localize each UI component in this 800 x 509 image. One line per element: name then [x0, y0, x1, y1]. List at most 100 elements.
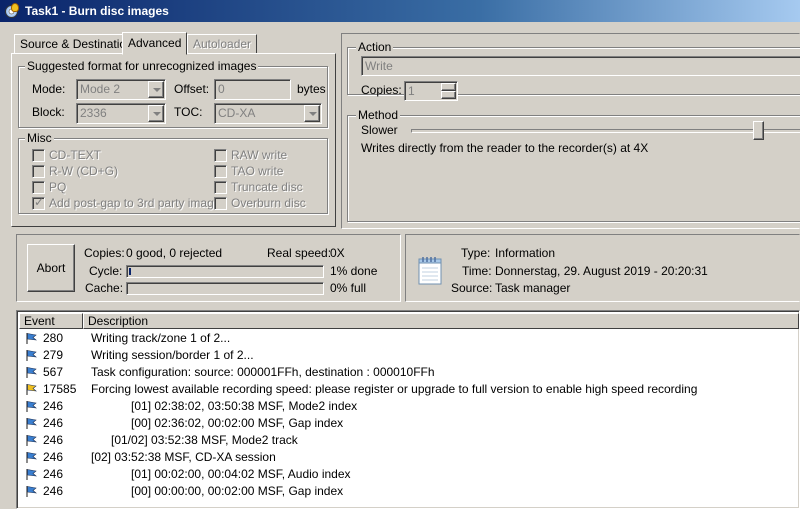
table-row[interactable]: 280 Writing track/zone 1 of 2...	[19, 330, 799, 347]
table-row[interactable]: 279 Writing session/border 1 of 2...	[19, 347, 799, 364]
tab-advanced[interactable]: Advanced	[122, 32, 188, 55]
event-description: Forcing lowest available recording speed…	[91, 382, 698, 396]
column-description[interactable]: Description	[83, 313, 799, 329]
pq-label: PQ	[49, 180, 67, 194]
info-source-value: Task manager	[495, 281, 571, 295]
blue-flag-icon	[25, 349, 37, 361]
spin-up-icon	[441, 83, 456, 91]
info-panel: Type: Information Time: Donnerstag, 29. …	[405, 234, 800, 302]
cache-label: Cache:	[85, 281, 124, 295]
event-id: 279	[43, 348, 64, 362]
overburn-disc-label: Overburn disc	[231, 196, 306, 210]
table-row[interactable]: 246 [01/02] 03:52:38 MSF, Mode2 track	[19, 432, 799, 449]
action-title: Action	[356, 40, 394, 54]
title-bar[interactable]: Task1 - Burn disc images	[0, 0, 800, 22]
misc-group: Misc CD-TEXT R-W (CD+G) PQ Add post-gap …	[18, 131, 328, 214]
copies-value: 1	[408, 84, 415, 98]
chevron-down-icon	[304, 105, 320, 122]
table-row[interactable]: 567 Task configuration: source: 000001FFh…	[19, 364, 799, 381]
raw-write-checkbox	[214, 149, 227, 162]
chevron-down-icon	[148, 81, 164, 98]
table-row[interactable]: 246 [01] 02:38:02, 03:50:38 MSF, Mode2 i…	[19, 398, 799, 415]
table-row[interactable]: 246 [00] 02:36:02, 00:02:00 MSF, Gap ind…	[19, 415, 799, 432]
event-description: Writing track/zone 1 of 2...	[91, 331, 231, 345]
rw-cdg-checkbox	[32, 165, 45, 178]
block-label: Block:	[32, 105, 65, 119]
info-source-label: Source:	[451, 281, 493, 295]
method-description: Writes directly from the reader to the r…	[361, 141, 649, 155]
event-description: Writing session/border 1 of 2...	[91, 348, 254, 362]
cycle-progress-bar	[126, 265, 324, 278]
overburn-disc-checkbox	[214, 197, 227, 210]
event-id: 246	[43, 484, 64, 498]
event-id: 246	[43, 450, 64, 464]
offset-value: 0	[218, 82, 225, 96]
event-log-list[interactable]: Event Description 280 Writing track/zone …	[16, 310, 800, 509]
yellow-flag-icon	[25, 383, 37, 395]
table-row[interactable]: 17585 Forcing lowest available recording …	[19, 381, 799, 398]
column-event[interactable]: Event	[19, 313, 83, 329]
blue-flag-icon	[25, 332, 37, 344]
spin-down-icon	[441, 91, 456, 99]
copies-label: Copies:	[361, 83, 402, 97]
blue-flag-icon	[25, 434, 37, 446]
cd-text-label: CD-TEXT	[49, 148, 101, 162]
block-value: 2336	[80, 106, 107, 120]
action-value: Write	[365, 59, 393, 73]
info-time-value: Donnerstag, 29. August 2019 - 20:20:31	[495, 264, 708, 278]
table-row[interactable]: 246 [00] 00:00:00, 00:02:00 MSF, Gap ind…	[19, 483, 799, 500]
real-speed-value: 0X	[330, 246, 345, 260]
advanced-panel: Suggested format for unrecognized images…	[11, 53, 336, 227]
table-row[interactable]: 246 [02] 03:52:38 MSF, CD-XA session	[19, 449, 799, 466]
toc-value: CD-XA	[218, 106, 256, 120]
blue-flag-icon	[25, 451, 37, 463]
abort-button[interactable]: Abort	[27, 244, 75, 292]
offset-label: Offset:	[174, 82, 210, 96]
event-id: 567	[43, 365, 64, 379]
cycle-progress-fill	[129, 268, 131, 275]
event-id: 246	[43, 433, 64, 447]
status-panel: Abort Copies: 0 good, 0 rejected Real sp…	[16, 234, 401, 302]
status-copies-value: 0 good, 0 rejected	[126, 246, 223, 260]
real-speed-label: Real speed:	[267, 246, 332, 260]
event-description: [01] 00:02:00, 00:04:02 MSF, Audio index	[91, 467, 351, 481]
copies-spinner: 1	[404, 81, 458, 101]
blue-flag-icon	[25, 468, 37, 480]
mode-label: Mode:	[32, 82, 66, 96]
raw-write-label: RAW write	[231, 148, 288, 162]
action-group: Action Write Copies: 1	[347, 40, 800, 101]
log-rows: 280 Writing track/zone 1 of 2... 279 Writin…	[19, 330, 799, 500]
blue-flag-icon	[25, 485, 37, 497]
post-gap-checkbox	[32, 195, 45, 210]
event-id: 246	[43, 416, 64, 430]
tao-write-label: TAO write	[231, 164, 284, 178]
offset-field: 0	[214, 79, 291, 100]
misc-title: Misc	[25, 131, 54, 145]
speed-label: Slower	[361, 123, 398, 137]
truncate-disc-checkbox	[214, 181, 227, 194]
speed-slider-thumb[interactable]	[753, 121, 764, 140]
method-title: Method	[356, 108, 401, 122]
truncate-disc-label: Truncate disc	[231, 180, 303, 194]
table-row[interactable]: 246 [01] 00:02:00, 00:04:02 MSF, Audio i…	[19, 466, 799, 483]
cache-progress-bar	[126, 282, 324, 295]
notepad-icon	[418, 255, 442, 285]
info-type-label: Type:	[461, 246, 491, 260]
tab-source-destination[interactable]: Source & Destination	[14, 34, 139, 54]
suggested-format-group: Suggested format for unrecognized images…	[18, 59, 328, 128]
info-time-label: Time:	[462, 264, 492, 278]
toc-select: CD-XA	[214, 103, 322, 124]
post-gap-label: Add post-gap to 3rd party images	[49, 196, 227, 210]
action-select: Write	[361, 56, 800, 76]
blue-flag-icon	[25, 366, 37, 378]
event-description: Task configuration: source: 000001FFh, d…	[91, 365, 435, 379]
toc-label: TOC:	[174, 105, 203, 119]
cycle-percent: 1% done	[330, 264, 378, 278]
event-id: 280	[43, 331, 64, 345]
suggested-format-title: Suggested format for unrecognized images	[25, 59, 259, 73]
burn-app-icon	[4, 3, 20, 19]
offset-unit: bytes	[297, 82, 326, 96]
pq-checkbox	[32, 181, 45, 194]
status-copies-label: Copies:	[84, 246, 125, 260]
action-method-panel: Action Write Copies: 1 Method Slower Wri…	[341, 33, 800, 229]
